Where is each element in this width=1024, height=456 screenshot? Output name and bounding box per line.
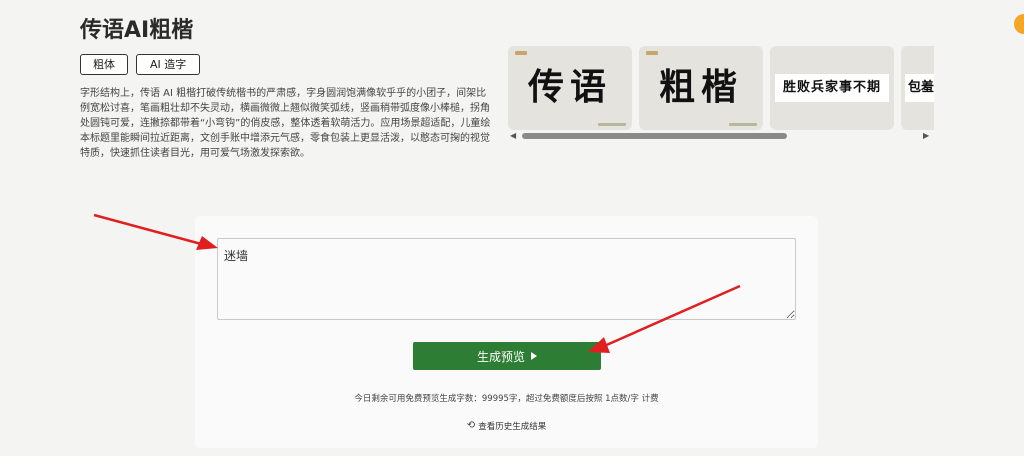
tag-ai-font[interactable]: AI 造字 <box>136 54 201 75</box>
gallery-card[interactable]: 传语 <box>508 46 632 130</box>
card-badge <box>646 51 658 55</box>
card-sample-text: 包羞 <box>905 74 934 102</box>
gallery-card[interactable]: 包羞 <box>901 46 934 130</box>
gallery-card[interactable]: 粗楷 <box>639 46 763 130</box>
history-label: 查看历史生成结果 <box>478 422 547 432</box>
generator-panel: 迷墙 生成预览 今日剩余可用免费预览生成字数：99995字，超过免费额度后按照 … <box>195 216 818 448</box>
generate-preview-button[interactable]: 生成预览 <box>413 342 601 370</box>
floating-action-icon[interactable] <box>1014 14 1024 34</box>
card-sample-text: 胜败兵家事不期 <box>775 74 889 102</box>
tag-bold[interactable]: 粗体 <box>80 54 128 75</box>
history-link[interactable]: ⟲ 查看历史生成结果 <box>195 420 818 433</box>
card-sample-text: 粗楷 <box>658 66 743 108</box>
text-input[interactable]: 迷墙 <box>217 238 796 320</box>
card-badge <box>515 51 527 55</box>
annotation-arrow-line <box>93 213 206 247</box>
quota-text: 今日剩余可用免费预览生成字数：99995字，超过免费额度后按照 1点数/字 计费 <box>354 394 659 404</box>
card-watermark <box>729 123 757 126</box>
sample-gallery[interactable]: 传语 粗楷 胜败兵家事不期 包羞 <box>508 46 934 142</box>
generate-button-label: 生成预览 <box>476 349 525 364</box>
scrollbar-thumb[interactable] <box>522 133 787 139</box>
gallery-track: 传语 粗楷 胜败兵家事不期 包羞 <box>508 46 934 130</box>
chevron-left-icon[interactable]: ◀ <box>510 131 516 141</box>
chevron-right-icon[interactable]: ▶ <box>923 131 929 141</box>
font-description: 字形结构上，传语 AI 粗楷打破传统楷书的严肃感，字身圆润饱满像软乎乎的小团子，… <box>80 88 491 159</box>
tag-list: 粗体 AI 造字 <box>80 54 201 75</box>
play-icon <box>531 352 537 360</box>
page-title: 传语AI粗楷 <box>80 18 194 43</box>
history-icon: ⟲ <box>466 420 476 431</box>
card-watermark <box>598 123 626 126</box>
gallery-scrollbar[interactable]: ◀ ▶ <box>508 131 934 141</box>
gallery-card[interactable]: 胜败兵家事不期 <box>770 46 894 130</box>
card-sample-text: 传语 <box>527 66 612 108</box>
